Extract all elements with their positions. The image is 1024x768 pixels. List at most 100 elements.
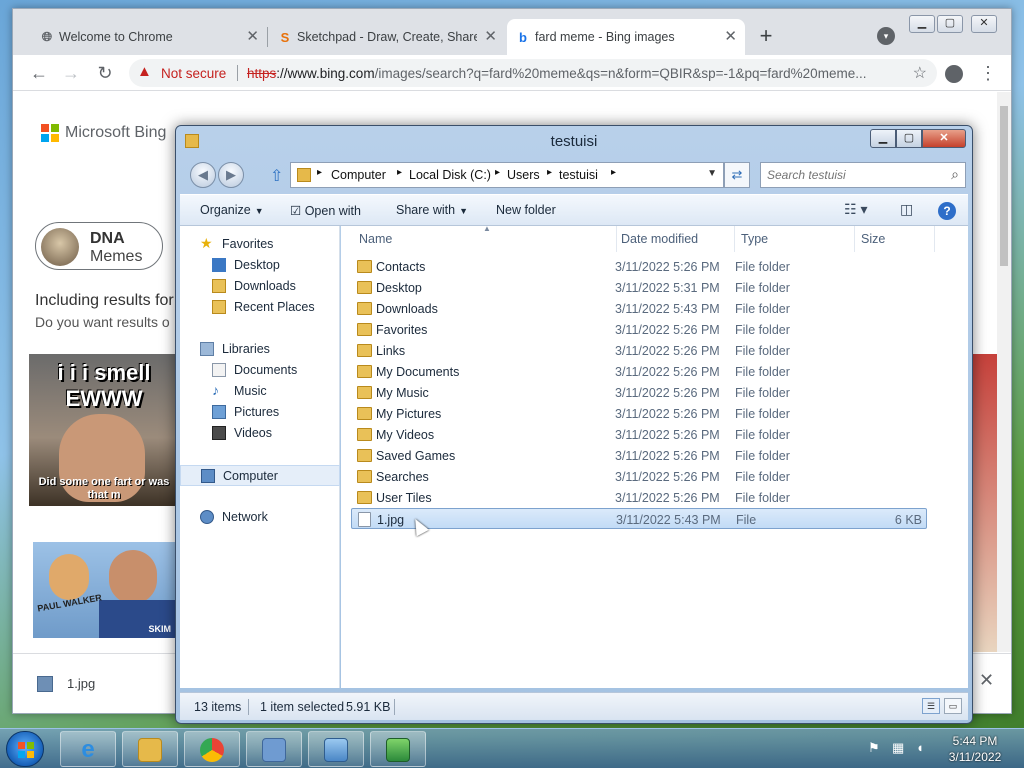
help-icon[interactable]: ?	[938, 202, 956, 220]
file-row[interactable]: Searches 3/11/2022 5:26 PM File folder	[351, 466, 927, 487]
maximize-button[interactable]: ▢	[896, 129, 922, 148]
back-arrow-icon[interactable]: ←	[27, 61, 51, 85]
bookmark-star-icon[interactable]: ☆	[913, 63, 927, 83]
share-with-button[interactable]: Share with ▼	[396, 203, 468, 217]
file-row[interactable]: My Documents 3/11/2022 5:26 PM File folder	[351, 361, 927, 382]
chevron-right-icon[interactable]: ▸	[317, 167, 322, 178]
close-window-button[interactable]: ✕	[971, 15, 997, 33]
details-view-icon[interactable]: ☰	[922, 698, 940, 714]
nav-favorites[interactable]: ★ Favorites	[180, 234, 340, 255]
url-text[interactable]: https://www.bing.com/images/search?q=far…	[247, 66, 907, 81]
up-arrow-icon[interactable]: ⇧	[270, 166, 283, 186]
computer-icon	[201, 469, 215, 483]
nav-videos[interactable]: Videos	[180, 423, 340, 444]
action-center-flag-icon[interactable]: ⚑	[868, 740, 882, 755]
taskbar-windows-explorer[interactable]	[122, 731, 178, 767]
download-item[interactable]: 1.jpg	[67, 676, 95, 691]
volume-icon[interactable]: ◖	[916, 740, 930, 755]
refresh-icon[interactable]: ⇄	[724, 162, 750, 188]
taskbar-remote-desktop[interactable]	[370, 731, 426, 767]
nav-recent-places[interactable]: Recent Places	[180, 297, 340, 318]
close-tab-icon[interactable]: ✕	[246, 27, 259, 45]
nav-documents[interactable]: Documents	[180, 360, 340, 381]
profile-avatar-icon[interactable]	[945, 65, 963, 83]
file-row[interactable]: My Music 3/11/2022 5:26 PM File folder	[351, 382, 927, 403]
back-button[interactable]: ◀	[190, 162, 216, 188]
breadcrumb[interactable]: ▸ Computer ▸ Local Disk (C:) ▸ Users ▸ t…	[290, 162, 724, 188]
new-folder-button[interactable]: New folder	[496, 203, 556, 217]
bing-logo[interactable]: Microsoft Bing	[41, 124, 166, 142]
taskbar-chrome[interactable]	[184, 731, 240, 767]
forward-arrow-icon[interactable]: →	[59, 61, 83, 85]
breadcrumb-computer[interactable]: Computer	[331, 168, 386, 182]
chevron-right-icon[interactable]: ▸	[547, 167, 552, 178]
chevron-down-icon[interactable]: ▼	[707, 168, 717, 179]
nav-network[interactable]: Network	[180, 507, 340, 528]
tab-welcome[interactable]: 🌐︎ Welcome to Chrome ✕	[31, 19, 267, 55]
breadcrumb-local-disk[interactable]: Local Disk (C:)	[409, 168, 491, 182]
close-window-button[interactable]: ✕	[922, 129, 966, 148]
close-download-bar-icon[interactable]: ✕	[979, 670, 994, 691]
file-row[interactable]: My Videos 3/11/2022 5:26 PM File folder	[351, 424, 927, 445]
search-input[interactable]	[767, 167, 937, 183]
nav-desktop[interactable]: Desktop	[180, 255, 340, 276]
forward-button[interactable]: ▶	[218, 162, 244, 188]
security-status[interactable]: Not secure	[161, 66, 226, 81]
search-box[interactable]: ⌕	[760, 162, 966, 188]
reload-icon[interactable]: ↻	[93, 61, 117, 85]
taskbar-internet-explorer[interactable]: e	[60, 731, 116, 767]
large-icons-view-icon[interactable]: ▭	[944, 698, 962, 714]
search-icon[interactable]: ⌕	[951, 166, 959, 183]
open-with-button[interactable]: ☑ Open with	[290, 203, 361, 218]
close-tab-icon[interactable]: ✕	[724, 27, 737, 45]
nav-pictures[interactable]: Pictures	[180, 402, 340, 423]
start-button[interactable]	[6, 731, 44, 767]
file-row[interactable]: Links 3/11/2022 5:26 PM File folder	[351, 340, 927, 361]
breadcrumb-testuisi[interactable]: testuisi	[559, 168, 598, 182]
column-header-name[interactable]: Name ▲	[353, 224, 617, 252]
address-bar[interactable]: ▲ Not secure https://www.bing.com/images…	[129, 59, 937, 87]
column-header-type[interactable]: Type	[735, 226, 855, 252]
image-result-paul-walker[interactable]: PAUL WALKER SKIM	[33, 542, 179, 638]
organize-button[interactable]: Organize ▼	[200, 203, 264, 217]
explorer-titlebar[interactable]: testuisi ▁ ▢ ✕	[176, 126, 972, 158]
taskbar-picture-viewer[interactable]	[308, 731, 364, 767]
minimize-button[interactable]: ▁	[909, 15, 935, 33]
page-scrollbar[interactable]	[997, 92, 1011, 652]
nav-downloads[interactable]: Downloads	[180, 276, 340, 297]
chevron-right-icon[interactable]: ▸	[611, 167, 616, 178]
tab-sketchpad[interactable]: S Sketchpad - Draw, Create, Share! ✕	[269, 19, 505, 55]
scrollbar-thumb[interactable]	[1000, 106, 1008, 266]
nav-computer[interactable]: Computer	[180, 465, 340, 486]
file-row[interactable]: 1.jpg 3/11/2022 5:43 PM File 6 KB	[351, 508, 927, 529]
column-header-date[interactable]: Date modified	[615, 226, 735, 252]
view-options-icon[interactable]: ☷ ▾	[844, 201, 867, 218]
clock[interactable]: 5:44 PM 3/11/2022	[940, 733, 1010, 765]
file-row[interactable]: Saved Games 3/11/2022 5:26 PM File folder	[351, 445, 927, 466]
nav-music[interactable]: ♪ Music	[180, 381, 340, 402]
minimize-button[interactable]: ▁	[870, 129, 896, 148]
file-row[interactable]: Favorites 3/11/2022 5:26 PM File folder	[351, 319, 927, 340]
tab-search-icon[interactable]: ▾	[877, 27, 895, 45]
close-tab-icon[interactable]: ✕	[484, 27, 497, 45]
column-header-size[interactable]: Size	[855, 226, 935, 252]
maximize-button[interactable]: ▢	[937, 15, 963, 33]
breadcrumb-users[interactable]: Users	[507, 168, 540, 182]
file-row[interactable]: Downloads 3/11/2022 5:43 PM File folder	[351, 298, 927, 319]
file-row[interactable]: Desktop 3/11/2022 5:31 PM File folder	[351, 277, 927, 298]
file-row[interactable]: User Tiles 3/11/2022 5:26 PM File folder	[351, 487, 927, 508]
menu-kebab-icon[interactable]: ⋮	[979, 63, 997, 84]
file-row[interactable]: My Pictures 3/11/2022 5:26 PM File folder	[351, 403, 927, 424]
tab-bing-images[interactable]: b fard meme - Bing images ✕	[507, 19, 745, 55]
taskbar-control-panel[interactable]	[246, 731, 302, 767]
nav-libraries[interactable]: Libraries	[180, 339, 340, 360]
chevron-right-icon[interactable]: ▸	[495, 167, 500, 178]
related-chip-dna-memes[interactable]: DNA Memes	[35, 222, 163, 270]
file-row[interactable]: Contacts 3/11/2022 5:26 PM File folder	[351, 256, 927, 277]
image-result-partial[interactable]	[973, 354, 997, 652]
chevron-right-icon[interactable]: ▸	[397, 167, 402, 178]
new-tab-button[interactable]: +	[753, 24, 779, 50]
image-result-keanu[interactable]: i i i smell EWWW Did some one fart or wa…	[29, 354, 179, 506]
preview-pane-icon[interactable]: ◫	[900, 201, 913, 218]
network-icon[interactable]: ▦	[892, 740, 906, 755]
